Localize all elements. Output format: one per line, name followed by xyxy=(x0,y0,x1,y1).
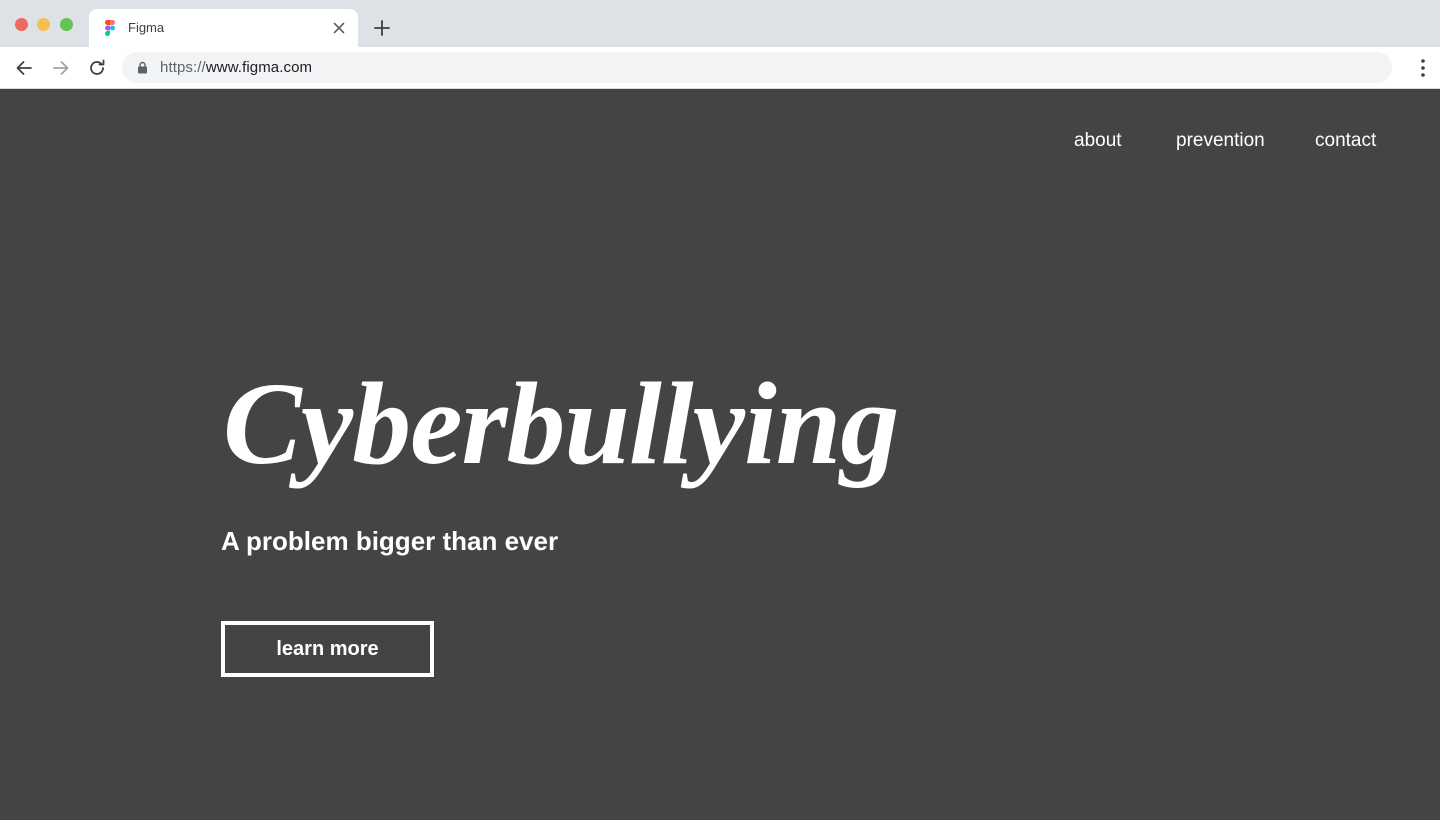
tab-title: Figma xyxy=(128,20,165,35)
minimize-window-button[interactable] xyxy=(37,18,50,31)
learn-more-button[interactable]: learn more xyxy=(221,621,434,677)
url-text: https://www.figma.com xyxy=(160,59,312,76)
hero-title: Cyberbullying xyxy=(223,358,899,489)
nav-link-prevention[interactable]: prevention xyxy=(1176,130,1265,152)
url-host: www.figma.com xyxy=(205,59,313,76)
forward-arrow-icon[interactable] xyxy=(50,57,72,79)
close-icon[interactable] xyxy=(330,19,348,37)
browser-toolbar: https://www.figma.com xyxy=(0,47,1440,89)
page-content: about prevention contact Cyberbullying A… xyxy=(1,89,1440,820)
browser-tab[interactable]: Figma xyxy=(89,9,358,47)
nav-link-about[interactable]: about xyxy=(1074,130,1122,152)
url-scheme: https:// xyxy=(160,59,206,76)
kebab-menu-icon[interactable] xyxy=(1420,58,1426,78)
reload-icon[interactable] xyxy=(86,57,108,79)
browser-chrome: Figma https://www.figma.com xyxy=(0,0,1440,89)
lock-icon xyxy=(138,61,147,74)
maximize-window-button[interactable] xyxy=(60,18,73,31)
plus-icon[interactable] xyxy=(372,18,392,38)
address-bar[interactable]: https://www.figma.com xyxy=(122,52,1392,83)
figma-favicon-icon xyxy=(105,20,115,36)
back-arrow-icon[interactable] xyxy=(13,57,35,79)
nav-link-contact[interactable]: contact xyxy=(1315,130,1376,152)
close-window-button[interactable] xyxy=(15,18,28,31)
hero-subtitle: A problem bigger than ever xyxy=(221,526,559,556)
